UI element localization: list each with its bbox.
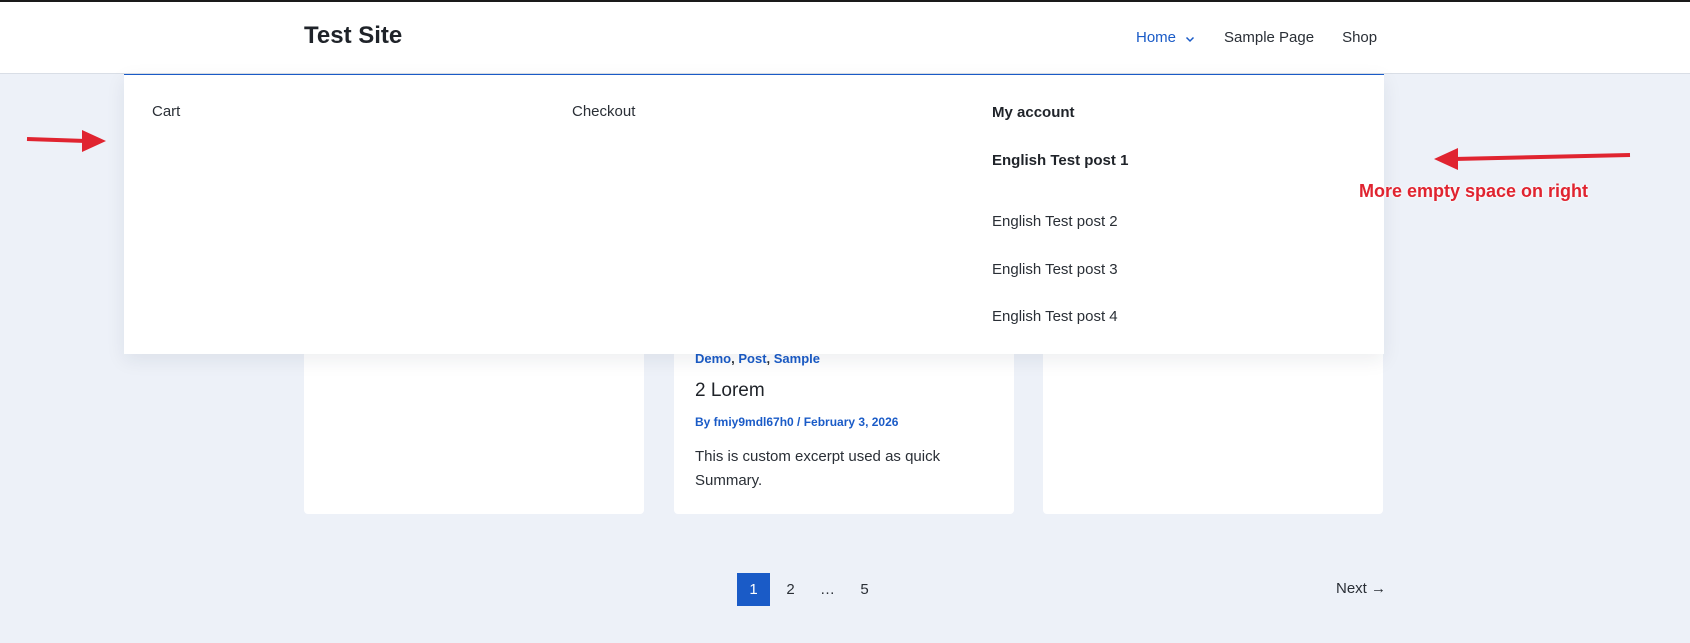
nav-item-label: Home — [1136, 29, 1177, 46]
nav-item-home[interactable]: Home — [1136, 29, 1196, 46]
nav-item-sample-page[interactable]: Sample Page — [1224, 29, 1314, 46]
submenu-item-my-account[interactable]: My account — [992, 104, 1075, 121]
post-excerpt: This is custom excerpt used as quick Sum… — [695, 448, 941, 489]
page-ellipsis: … — [820, 581, 835, 598]
site-header: Test Site Home Sample Page Shop — [0, 2, 1690, 74]
post-meta[interactable]: By fmiy9mdl67h0 / February 3, 2026 — [695, 415, 898, 429]
nav-item-label: Sample Page — [1224, 29, 1315, 46]
nav-item-label: Shop — [1342, 29, 1378, 46]
submenu-item-english-test-post-4[interactable]: English Test post 4 — [992, 308, 1118, 325]
annotation-label: More empty space on right — [1359, 181, 1589, 201]
submenu-item-cart[interactable]: Cart — [152, 103, 180, 120]
pagination: 1 2 … 5 — [737, 573, 885, 606]
submenu-item-english-test-post-3[interactable]: English Test post 3 — [992, 261, 1118, 278]
submenu-item-english-test-post-1[interactable]: English Test post 1 — [992, 152, 1128, 169]
home-submenu-dropdown: Cart Checkout My account English Test po… — [124, 74, 1384, 354]
annotation-arrow-left-icon — [1434, 148, 1631, 170]
submenu-item-english-test-post-2[interactable]: English Test post 2 — [992, 213, 1118, 230]
nav-item-shop[interactable]: Shop — [1342, 29, 1377, 46]
site-title[interactable]: Test Site — [304, 22, 402, 50]
page-number[interactable]: 5 — [848, 573, 881, 606]
primary-nav: Home Sample Page Shop — [1136, 29, 1377, 46]
page-number-current[interactable]: 1 — [737, 573, 770, 606]
next-page-link[interactable]: Next → — [1336, 580, 1386, 597]
annotation-arrow-right-icon — [26, 130, 106, 152]
chevron-down-icon[interactable] — [1184, 32, 1196, 44]
submenu-item-checkout[interactable]: Checkout — [572, 103, 635, 120]
post-title[interactable]: 2 Lorem — [695, 380, 765, 402]
page-number[interactable]: 2 — [774, 573, 807, 606]
